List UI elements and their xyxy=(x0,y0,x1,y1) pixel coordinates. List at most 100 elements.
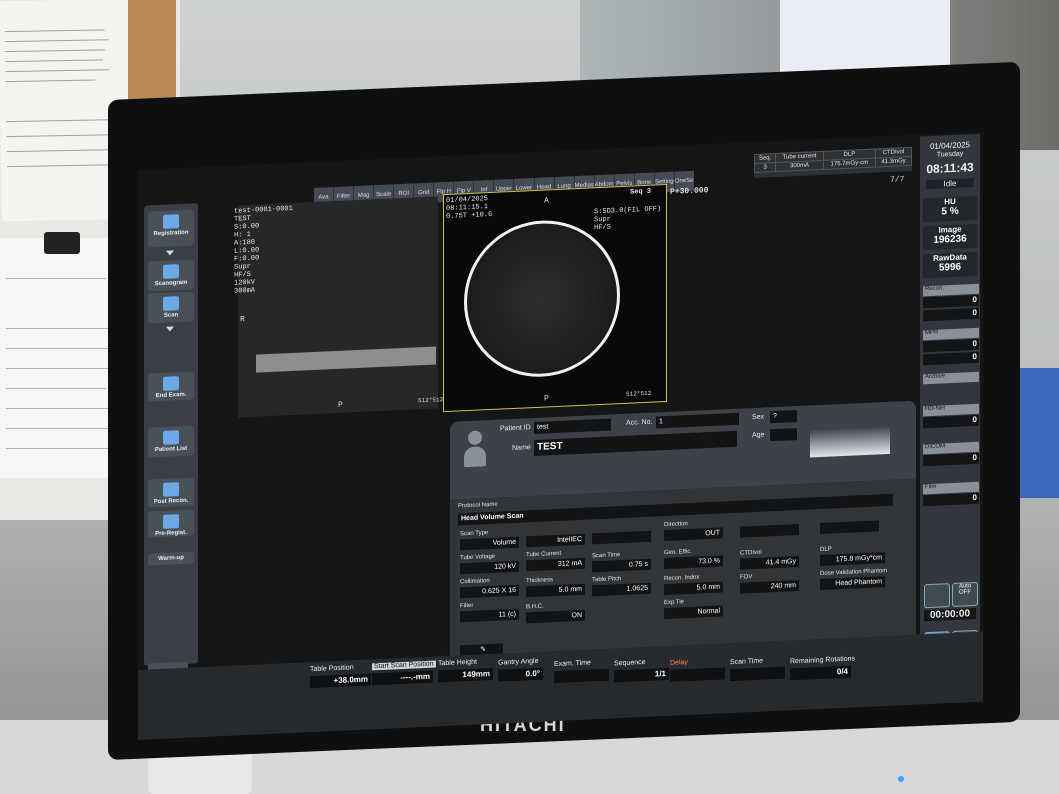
protocol-panel: Protocol Name Head Volume Scan Scan Type… xyxy=(450,478,916,664)
orientation-r: R xyxy=(240,315,245,325)
geo-effic-value[interactable]: 73.0 % xyxy=(664,555,723,570)
dicom-value: 0 xyxy=(923,452,979,467)
power-led xyxy=(898,776,904,782)
scan-timer: 00:00:00 xyxy=(924,607,976,622)
name-field[interactable]: TEST xyxy=(534,430,737,457)
scan-time-status-label: Scan Time xyxy=(730,657,764,667)
exp-tie-label: Exp Tie xyxy=(664,599,685,607)
scan-time-value[interactable]: 0.75 s xyxy=(592,558,651,573)
table-pitch-value[interactable]: 1.0625 xyxy=(592,582,651,597)
dlp-label: DLP xyxy=(820,546,832,554)
scan-button[interactable]: Scan xyxy=(148,291,194,324)
phantom-axial-image xyxy=(464,217,620,381)
patient-avatar-icon xyxy=(464,430,486,469)
patient-position-icon xyxy=(810,425,890,458)
seq-label: Seq 3 xyxy=(630,187,652,197)
start-scan-position-label[interactable]: Start Scan Position xyxy=(372,660,436,671)
dose-seq: 3 xyxy=(754,162,776,173)
blank-field[interactable] xyxy=(592,530,651,545)
acc-no-field[interactable]: 1 xyxy=(656,412,739,429)
dose-phantom-value[interactable]: Head Phantom xyxy=(820,576,885,591)
thickness-label: Thickness xyxy=(526,577,554,585)
right-overlay: 01/04/2025 08:11:15.1 0.75T +10.6 xyxy=(446,195,492,221)
film-value: 0 xyxy=(923,492,979,507)
orientation-p: P xyxy=(338,400,343,410)
archive-label[interactable]: Archive xyxy=(923,371,979,385)
bhc-value[interactable]: ON xyxy=(526,609,585,624)
protocol-name-label: Protocol Name xyxy=(458,501,498,510)
page-counter: 7/7 xyxy=(890,175,905,185)
patient-list-label: Patient List xyxy=(154,445,188,454)
recon-index-value[interactable]: 5.0 mm xyxy=(664,581,723,596)
phantom-scanogram xyxy=(256,346,436,373)
end-exam-button[interactable]: End Exam. xyxy=(148,371,194,402)
intellec-value[interactable]: IntelIEC xyxy=(526,533,585,548)
scan-type-value[interactable]: Volume xyxy=(460,536,519,551)
tube-voltage-value[interactable]: 120 kV xyxy=(460,560,519,575)
exp-tie-value[interactable]: Normal xyxy=(664,605,723,620)
consent-form xyxy=(0,238,125,478)
thickness-value[interactable]: 5.0 mm xyxy=(526,583,585,598)
age-field[interactable] xyxy=(770,428,797,442)
pre-regist-button[interactable]: Pre-Regist. xyxy=(148,509,194,538)
orientation-a: A xyxy=(544,196,549,206)
scanogram-button[interactable]: Scanogram xyxy=(148,259,194,292)
apple-icon[interactable] xyxy=(924,583,950,609)
registration-button[interactable]: Registration xyxy=(148,209,194,248)
collimation-value[interactable]: 0.625 X 16 xyxy=(460,584,519,599)
delay-label: Delay xyxy=(670,659,688,667)
end-exam-icon xyxy=(163,376,179,391)
end-exam-label: End Exam. xyxy=(155,391,187,400)
status-state: Idle xyxy=(926,178,974,190)
scanogram-viewport[interactable]: test-0001-0001 TEST S:0.00 H: 1 A:180 L:… xyxy=(234,196,443,418)
registration-label: Registration xyxy=(153,229,189,238)
fov-label: FOV xyxy=(740,574,753,581)
direction-value[interactable]: OUT xyxy=(664,527,723,542)
ct-console-screen: Registration Scanogram Scan End Exam. Pa… xyxy=(138,131,983,740)
table-position-marker: P+30.000 xyxy=(670,186,709,197)
warm-up-button[interactable]: Warm-up xyxy=(148,551,194,566)
registration-icon xyxy=(163,214,179,229)
patient-list-button[interactable]: Patient List xyxy=(148,425,194,458)
overlay-line: HF/S xyxy=(594,223,611,233)
left-sidebar: Registration Scanogram Scan End Exam. Pa… xyxy=(144,203,198,666)
delay-value xyxy=(670,667,725,682)
fov-value[interactable]: 240 mm xyxy=(740,579,799,594)
table-height-label: Table Height xyxy=(438,658,477,668)
hu-value: 5 % xyxy=(941,205,959,218)
scan-time-status-value xyxy=(730,666,785,682)
direction-label: Direction xyxy=(664,521,688,529)
blank-field[interactable] xyxy=(820,520,879,535)
sex-field[interactable]: ? xyxy=(770,410,797,424)
blank-field[interactable] xyxy=(740,523,799,538)
pencil-icon: ✎ xyxy=(480,646,486,654)
gantry-angle-value: 0.0° xyxy=(498,667,543,682)
dose-tube-current: 300mA xyxy=(775,160,824,172)
pre-regist-icon xyxy=(163,514,179,529)
hd-net-value: 0 xyxy=(923,414,979,429)
post-recon-icon xyxy=(163,482,179,497)
patient-id-field[interactable]: test xyxy=(534,418,611,435)
rawdata-value: 5996 xyxy=(938,261,962,274)
scan-type-label: Scan Type xyxy=(460,530,489,538)
scan-label: Scan xyxy=(163,312,179,319)
ctdivol-value: 41.4 mGy xyxy=(740,555,799,570)
table-position-label: Table Position xyxy=(310,664,354,674)
left-overlay: test-0001-0001 TEST S:0.00 H: 1 A:180 L:… xyxy=(234,205,293,296)
post-recon-button[interactable]: Post Recon. xyxy=(148,477,194,508)
binder-clip xyxy=(44,232,80,254)
sequence-label: Sequence xyxy=(614,658,646,668)
status-day: Tuesday xyxy=(936,150,964,159)
tube-current-value[interactable]: 312 mA xyxy=(526,557,585,572)
axial-viewport[interactable]: 01/04/2025 08:11:15.1 0.75T +10.6 S:SD3.… xyxy=(443,183,667,413)
remaining-rotations-label: Remaining Rotations xyxy=(790,655,855,666)
recon-queue-value-2: 0 xyxy=(923,307,979,322)
collimation-label: Collimation xyxy=(460,578,490,586)
remaining-rotations-value: 0/4 xyxy=(790,665,851,681)
start-scan-position-value[interactable]: ----.-mm xyxy=(372,670,433,686)
scanogram-label: Scanogram xyxy=(154,279,188,288)
filter-value[interactable]: 11 (c) xyxy=(460,608,519,623)
matrix-right: 512*512 xyxy=(626,389,652,398)
auto-off-button[interactable]: Auto OFF xyxy=(952,581,978,608)
tube-current-label: Tube Current xyxy=(526,550,562,559)
